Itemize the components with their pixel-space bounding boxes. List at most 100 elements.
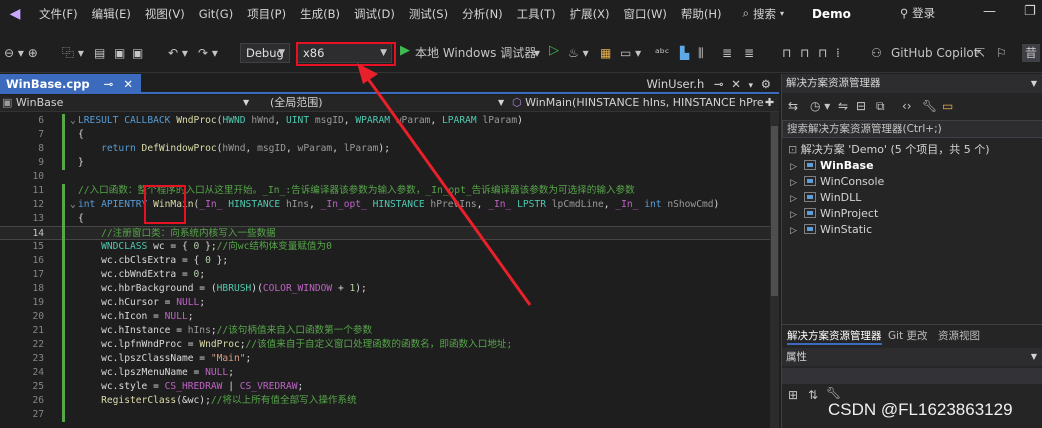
code-line[interactable]: 24 wc.lpszMenuName = NULL;: [0, 366, 770, 380]
uncomment-icon[interactable]: ≣: [744, 44, 754, 62]
chevron-down-icon[interactable]: ▾: [534, 44, 540, 62]
restore-icon[interactable]: ❐: [1024, 4, 1036, 19]
chevron-down-icon[interactable]: ▼: [1031, 74, 1037, 93]
feedback-icon[interactable]: ⚐: [996, 44, 1007, 62]
property-pages-icon[interactable]: 🔧︎: [826, 386, 841, 400]
menu-git[interactable]: Git(G): [192, 7, 241, 21]
sync-icon[interactable]: ⇆: [788, 99, 798, 113]
code-line[interactable]: 26 RegisterClass(&wc);//将以上所有值全部写入操作系统: [0, 394, 770, 408]
function-nav-select[interactable]: ⬡ WinMain(HINSTANCE hIns, HINSTANCE hPre…: [512, 95, 764, 112]
code-line[interactable]: 14 //注册窗口类：向系统内核写入一些数据: [0, 226, 770, 240]
menu-tools[interactable]: 工具(T): [510, 6, 563, 22]
project-node-winstatic[interactable]: ▷ WinStatic: [790, 222, 872, 238]
minimize-icon[interactable]: —: [983, 4, 996, 19]
format-icon[interactable]: ⫼: [698, 44, 704, 62]
layout-icon[interactable]: ▭ ▾: [620, 44, 641, 62]
menu-build[interactable]: 生成(B): [293, 6, 347, 22]
chevron-down-icon[interactable]: ▼: [243, 95, 249, 112]
close-icon[interactable]: ✕: [731, 77, 741, 91]
chevron-right-icon[interactable]: ▷: [790, 191, 804, 207]
code-line[interactable]: 22 wc.lpfnWndProc = WndProc;//该值来自于自定义窗口…: [0, 338, 770, 352]
fold-toggle-icon[interactable]: ⌄: [70, 198, 76, 212]
comment-icon[interactable]: ≣: [722, 44, 732, 62]
chevron-down-icon[interactable]: ▼: [498, 95, 504, 112]
code-line[interactable]: 21 wc.hInstance = hIns;//该句柄值来自入口函数第一个参数: [0, 324, 770, 338]
code-line[interactable]: 27: [0, 408, 770, 422]
menu-edit[interactable]: 编辑(E): [85, 6, 138, 22]
chevron-right-icon[interactable]: ▷: [790, 159, 804, 175]
project-node-winproject[interactable]: ▷ WinProject: [790, 206, 878, 222]
back-forward-icon[interactable]: ⇋: [838, 99, 848, 113]
code-line[interactable]: 18 wc.hbrBackground = (HBRUSH)(COLOR_WIN…: [0, 282, 770, 296]
menu-file[interactable]: 文件(F): [32, 6, 85, 22]
code-icon[interactable]: ‹›: [902, 99, 912, 113]
chevron-right-icon[interactable]: ▷: [790, 175, 804, 191]
redo-icon[interactable]: ↷ ▾: [198, 44, 218, 62]
configuration-select[interactable]: Debug ▼: [240, 43, 290, 63]
code-editor[interactable]: 6 ⌄ LRESULT CALLBACK WndProc(HWND hWnd, UI…: [0, 112, 770, 428]
alphabetical-icon[interactable]: ⇅: [808, 388, 818, 402]
new-project-icon[interactable]: ⿻ ▾: [62, 44, 84, 62]
bookmark-prev-icon[interactable]: ⊓: [800, 44, 809, 62]
code-line[interactable]: 13 {: [0, 212, 770, 226]
menu-debug[interactable]: 调试(D): [347, 6, 402, 22]
start-debug-icon[interactable]: ▶: [400, 43, 410, 58]
code-line[interactable]: 8 return DefWindowProc(hWnd, msgID, wPar…: [0, 142, 770, 156]
browse-icon[interactable]: ▦: [600, 44, 611, 62]
menu-test[interactable]: 测试(S): [402, 6, 455, 22]
code-line[interactable]: 11//入口函数：整个程序的入口从这里开始。_In_:告诉编译器该参数为输入参数…: [0, 184, 770, 198]
hot-reload-icon[interactable]: ♨ ▾: [568, 44, 589, 62]
local-debugger-button[interactable]: 本地 Windows 调试器: [415, 44, 536, 62]
login-button[interactable]: ⚲ 登录: [900, 5, 935, 21]
code-line[interactable]: 10: [0, 170, 770, 184]
bookmark-toggle-icon[interactable]: ⊓: [782, 44, 791, 62]
visual-studio-logo-icon[interactable]: ◀: [4, 5, 26, 23]
project-node-winconsole[interactable]: ▷ WinConsole: [790, 174, 884, 190]
history-icon[interactable]: ◷ ▾: [810, 99, 830, 113]
chevron-right-icon[interactable]: ▷: [790, 207, 804, 223]
menu-extensions[interactable]: 扩展(X): [563, 6, 617, 22]
menu-view[interactable]: 视图(V): [138, 6, 192, 22]
preview-badge[interactable]: 昔: [1022, 44, 1041, 62]
solution-search-input[interactable]: 搜索解决方案资源管理器(Ctrl+;): [782, 120, 1042, 138]
save-icon[interactable]: ▣: [114, 44, 125, 62]
scrollbar-thumb[interactable]: [771, 126, 778, 296]
code-line[interactable]: 9}: [0, 156, 770, 170]
bookmark-next-icon[interactable]: ⊓: [818, 44, 827, 62]
properties-object-select[interactable]: [782, 368, 1042, 384]
undo-icon[interactable]: ↶ ▾: [168, 44, 188, 62]
share-icon[interactable]: ⇱: [975, 44, 985, 62]
menu-project[interactable]: 项目(P): [240, 6, 293, 22]
show-all-icon[interactable]: ⧉: [876, 99, 885, 114]
code-line[interactable]: 15 WNDCLASS wc = { 0 };//向wc结构体变量赋值为0: [0, 240, 770, 254]
navigate-back-icon[interactable]: ⊖ ▾ ⊕: [4, 44, 38, 62]
code-line[interactable]: 23 wc.lpszClassName = "Main";: [0, 352, 770, 366]
collapse-icon[interactable]: ⊟: [856, 99, 866, 113]
more-icon[interactable]: ⁞: [836, 44, 840, 62]
code-line[interactable]: 7{: [0, 128, 770, 142]
open-file-icon[interactable]: ▤: [94, 44, 105, 62]
code-line[interactable]: 6 ⌄ LRESULT CALLBACK WndProc(HWND hWnd, UI…: [0, 114, 770, 128]
scope-nav-select[interactable]: (全局范围): [270, 95, 323, 112]
menu-window[interactable]: 窗口(W): [617, 6, 674, 22]
gear-icon[interactable]: ⚙: [761, 77, 771, 91]
copilot-icon[interactable]: ⚇: [871, 44, 882, 62]
code-line[interactable]: 19 wc.hCursor = NULL;: [0, 296, 770, 310]
code-line[interactable]: 25 wc.style = CS_HREDRAW | CS_VREDRAW;: [0, 380, 770, 394]
preview-icon[interactable]: ▭: [942, 99, 953, 113]
wrench-icon[interactable]: 🔧︎: [922, 99, 937, 113]
close-icon[interactable]: ✕: [123, 77, 133, 91]
tab-git-changes[interactable]: Git 更改: [888, 328, 928, 343]
bookmark-icon[interactable]: ▙: [680, 44, 689, 62]
project-node-winbase[interactable]: ▷ WinBase: [790, 158, 874, 174]
code-line[interactable]: 16 wc.cbClsExtra = { 0 };: [0, 254, 770, 268]
chevron-right-icon[interactable]: ▷: [790, 223, 804, 239]
chevron-down-icon[interactable]: ▼: [1031, 348, 1037, 366]
menu-help[interactable]: 帮助(H): [674, 6, 729, 22]
tab-resource-view[interactable]: 资源视图: [938, 328, 980, 343]
save-all-icon[interactable]: ▣: [132, 44, 143, 62]
tab-solution-explorer[interactable]: 解决方案资源管理器: [787, 328, 882, 345]
project-node-windll[interactable]: ▷ WinDLL: [790, 190, 861, 206]
code-line[interactable]: 12 ⌄ int APIENTRY WinMain(_In_ HINSTANCE h…: [0, 198, 770, 212]
pin-icon[interactable]: ⊸: [714, 77, 724, 91]
